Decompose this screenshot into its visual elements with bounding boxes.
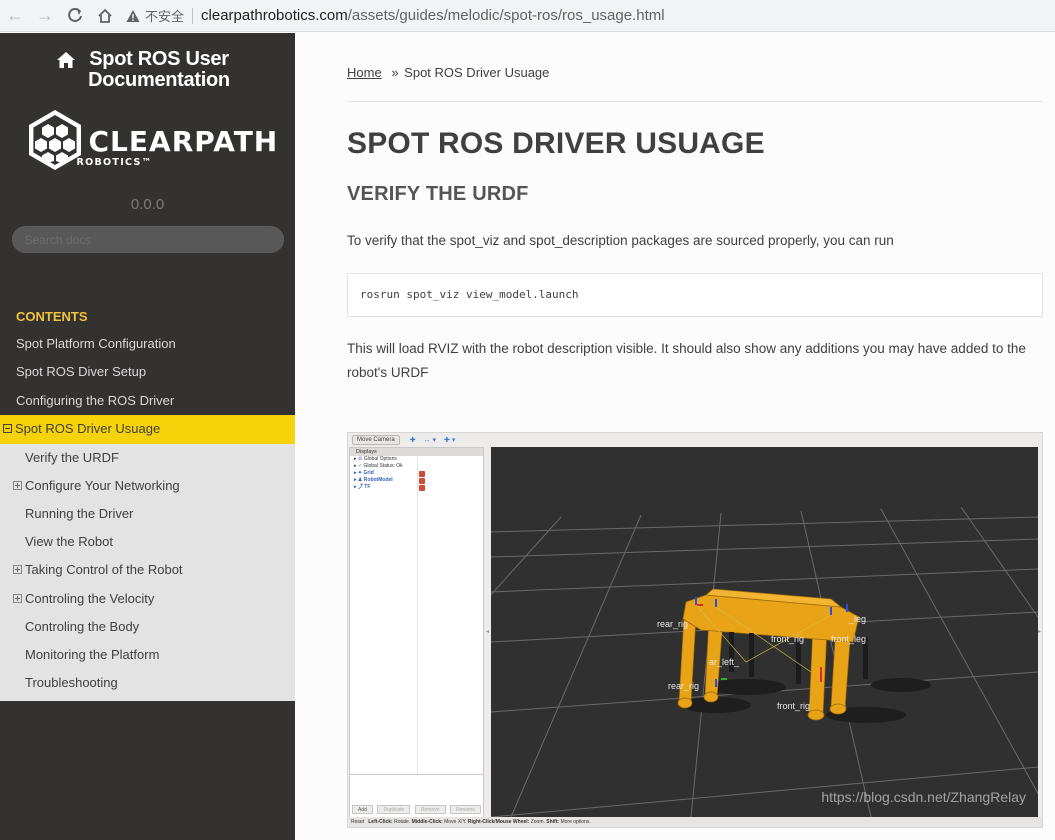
interact-icon: ✚ bbox=[409, 437, 416, 444]
robot-render bbox=[491, 506, 1038, 817]
toc-item-driver-setup[interactable]: Spot ROS Diver Setup bbox=[0, 358, 295, 386]
section-title: VERIFY THE URDF bbox=[347, 183, 529, 205]
breadcrumb-separator: » bbox=[391, 65, 399, 80]
tf-label: rear_rig bbox=[668, 681, 700, 691]
toc-subitem-label: Configure Your Networking bbox=[25, 477, 180, 493]
panel-splitter: ◂ bbox=[486, 629, 490, 635]
measure-icon: ↔ ▾ bbox=[423, 437, 437, 444]
toc-subitem-body[interactable]: Controling the Body bbox=[0, 613, 295, 641]
tf-label: rear_rig bbox=[657, 619, 689, 629]
expand-icon[interactable] bbox=[13, 565, 22, 575]
breadcrumb-current: Spot ROS Driver Usuage bbox=[404, 65, 550, 80]
add-tool-icon: ✚ ▾ bbox=[444, 437, 456, 444]
displays-panel: Displays ▸ ⚙ Global Options ▸ ✓ Global S… bbox=[349, 447, 484, 827]
main-content: Home » Spot ROS Driver Usuage SPOT ROS D… bbox=[295, 33, 1055, 840]
warning-icon bbox=[126, 9, 140, 22]
display-item: ▸ ✦ Grid bbox=[354, 470, 374, 476]
url-host: clearpathrobotics.com bbox=[201, 7, 348, 24]
project-title-link[interactable]: Spot ROS User Documentation bbox=[0, 33, 295, 91]
move-camera-button: Move Camera bbox=[352, 435, 400, 445]
clearpath-logo[interactable]: CLEARPATH ROBOTICS™ bbox=[23, 107, 277, 177]
display-buttons: Add Duplicate Remove Rename bbox=[350, 805, 483, 817]
toc-subitem-networking[interactable]: Configure Your Networking bbox=[0, 472, 295, 500]
rviz-3d-viewport: rear_rig front_rig _leg front_leg ar_lef… bbox=[491, 447, 1038, 817]
toc-caption: CONTENTS bbox=[16, 309, 88, 324]
security-label: 不安全 bbox=[145, 9, 185, 24]
viewport-splitter: ▸ bbox=[1037, 629, 1041, 635]
toc-item-platform-configuration[interactable]: Spot Platform Configuration bbox=[0, 330, 295, 358]
watermark: https://blog.csdn.net/ZhangRelay bbox=[821, 789, 1026, 805]
toc-subitem-velocity[interactable]: Controling the Velocity bbox=[0, 585, 295, 613]
tf-label: front_rig bbox=[771, 634, 805, 644]
description-paragraph: This will load RVIZ with the robot descr… bbox=[347, 341, 1026, 380]
display-item: ▸ ♟ RobotModel bbox=[354, 477, 393, 483]
divider bbox=[347, 101, 1043, 102]
toc-subitems: Verify the URDF Configure Your Networkin… bbox=[0, 443, 295, 702]
toc-subitem-label: Controling the Velocity bbox=[25, 590, 155, 606]
expand-icon[interactable] bbox=[13, 593, 22, 603]
toc-subitem-monitoring[interactable]: Monitoring the Platform bbox=[0, 641, 295, 669]
toc-subitem-verify-urdf[interactable]: Verify the URDF bbox=[0, 444, 295, 472]
expand-icon[interactable] bbox=[13, 480, 22, 490]
page-title: SPOT ROS DRIVER USUAGE bbox=[347, 127, 765, 160]
forward-arrow-icon[interactable]: → bbox=[30, 1, 60, 31]
logo-subtext: ROBOTICS™ bbox=[76, 157, 153, 168]
checkbox-icon bbox=[419, 478, 425, 484]
rviz-status-bar: Reset Left-Click: Rotate. Middle-Click: … bbox=[349, 817, 1042, 827]
rename-display-button: Rename bbox=[450, 805, 481, 814]
url-path: /assets/guides/melodic/spot-ros/ros_usag… bbox=[347, 7, 665, 24]
version: 0.0.0 bbox=[130, 196, 165, 213]
toc-subitem-taking-control[interactable]: Taking Control of the Robot bbox=[0, 556, 295, 584]
home-icon bbox=[57, 52, 75, 68]
browser-toolbar: ← → 不安全 clearpathrobotics.com/assets/gui… bbox=[0, 0, 1055, 32]
tf-label: ar_left_ bbox=[709, 657, 740, 667]
add-display-button: Add bbox=[352, 805, 373, 814]
collapse-icon[interactable] bbox=[3, 424, 12, 434]
display-item: ▸ ⤴ TF bbox=[354, 484, 371, 490]
home-icon[interactable] bbox=[90, 1, 120, 31]
toc-item-configuring-driver[interactable]: Configuring the ROS Driver bbox=[0, 387, 295, 415]
tf-label: front_rig bbox=[777, 701, 811, 711]
logo-text: CLEARPATH bbox=[88, 125, 279, 158]
display-item: ▸ ✓ Global Status: Ok bbox=[354, 463, 403, 469]
address-separator bbox=[192, 7, 194, 24]
remove-display-button: Remove bbox=[414, 805, 446, 814]
display-info-area bbox=[350, 774, 483, 804]
sidebar: Spot ROS User Documentation CLEARPATH RO… bbox=[0, 33, 295, 840]
code-text: rosrun spot_viz view_model.launch bbox=[360, 288, 579, 301]
duplicate-display-button: Duplicate bbox=[377, 805, 411, 814]
toc-subitem-view-robot[interactable]: View the Robot bbox=[0, 528, 295, 556]
address-bar[interactable]: 不安全 clearpathrobotics.com/assets/guides/… bbox=[126, 2, 665, 30]
rviz-screenshot: Move Camera ✚ ↔ ▾ ✚ ▾ Displays ▸ ⚙ Globa… bbox=[347, 432, 1043, 828]
reload-icon[interactable] bbox=[60, 1, 90, 31]
toc-item-driver-usage[interactable]: Spot ROS Driver Usuage bbox=[0, 415, 295, 444]
tf-label: front_leg bbox=[831, 634, 867, 644]
code-block: rosrun spot_viz view_model.launch bbox=[347, 273, 1043, 317]
back-arrow-icon[interactable]: ← bbox=[0, 1, 30, 31]
intro-paragraph: To verify that the spot_viz and spot_des… bbox=[347, 233, 894, 248]
checkbox-icon bbox=[419, 471, 425, 477]
rviz-toolbar: Move Camera ✚ ↔ ▾ ✚ ▾ bbox=[348, 433, 1042, 447]
breadcrumb: Home » Spot ROS Driver Usuage bbox=[347, 65, 1055, 83]
security-warning[interactable]: 不安全 bbox=[126, 6, 184, 25]
breadcrumb-home-link[interactable]: Home bbox=[347, 65, 382, 80]
tf-label: _leg bbox=[849, 614, 867, 624]
toc-subitem-troubleshooting[interactable]: Troubleshooting bbox=[0, 669, 295, 697]
toc-subitem-label: Taking Control of the Robot bbox=[25, 562, 183, 578]
toc-subitem-running-driver[interactable]: Running the Driver bbox=[0, 500, 295, 528]
search-input[interactable] bbox=[11, 226, 284, 253]
display-item: ▸ ⚙ Global Options bbox=[354, 456, 397, 462]
toc-item-label: Spot ROS Driver Usuage bbox=[15, 421, 161, 437]
checkbox-icon bbox=[419, 485, 425, 491]
displays-column-divider bbox=[417, 456, 418, 774]
project-title: Spot ROS User Documentation bbox=[88, 48, 230, 91]
displays-header: Displays bbox=[350, 448, 483, 456]
sidebar-header: Spot ROS User Documentation CLEARPATH RO… bbox=[0, 33, 295, 289]
